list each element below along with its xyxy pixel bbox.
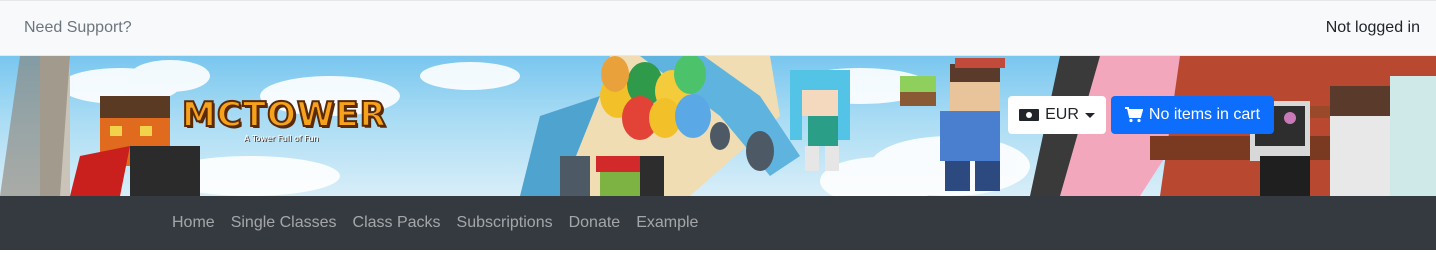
nav-item-single-classes[interactable]: Single Classes	[223, 214, 345, 232]
cash-icon	[1019, 109, 1040, 121]
cart-icon	[1124, 107, 1143, 123]
cart-label: No items in cart	[1148, 106, 1261, 123]
nav-item-donate[interactable]: Donate	[561, 214, 629, 232]
cart-button[interactable]: No items in cart	[1111, 96, 1274, 134]
mctower-logo[interactable]: MCTOWER A Tower Full of Fun	[181, 95, 387, 143]
nav-item-example[interactable]: Example	[628, 214, 706, 232]
logo-title: MCTOWER	[181, 95, 387, 135]
header-banner: MCTOWER A Tower Full of Fun EUR No items…	[0, 56, 1436, 196]
chevron-down-icon	[1084, 112, 1095, 118]
main-navbar: Home Single Classes Class Packs Subscrip…	[0, 196, 1436, 250]
login-status: Not logged in	[1325, 19, 1420, 36]
nav-item-subscriptions[interactable]: Subscriptions	[449, 214, 561, 232]
top-bar: Need Support? Not logged in	[0, 0, 1436, 56]
currency-dropdown[interactable]: EUR	[1008, 96, 1106, 134]
logo-tagline: A Tower Full of Fun	[244, 134, 319, 143]
nav-item-home[interactable]: Home	[164, 214, 223, 232]
support-link[interactable]: Need Support?	[24, 19, 132, 37]
currency-label: EUR	[1045, 106, 1079, 123]
nav-item-class-packs[interactable]: Class Packs	[345, 214, 449, 232]
